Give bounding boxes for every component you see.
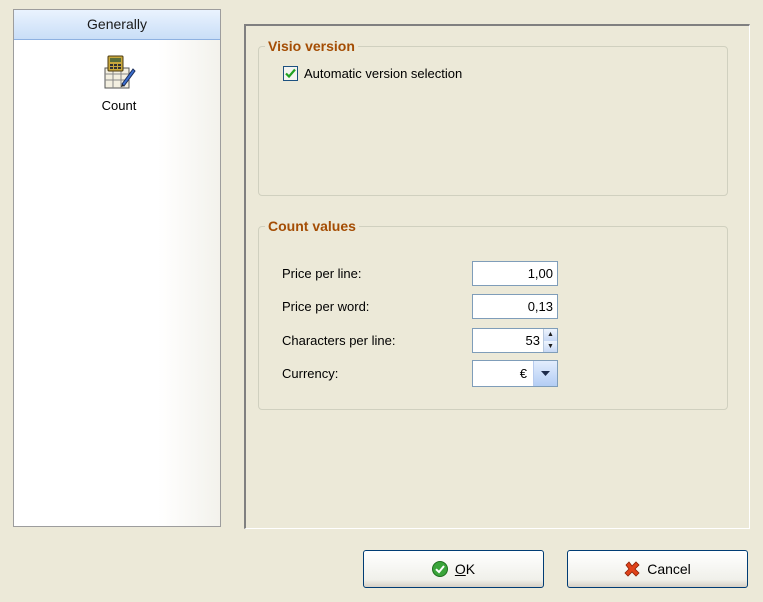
nav-item-count-label: Count [101,98,137,113]
cancel-button-label: Cancel [647,561,691,577]
nav-header-generally[interactable]: Generally [14,10,220,40]
currency-row: Currency: € [282,360,558,387]
visio-version-title: Visio version [268,38,355,54]
auto-version-checkbox[interactable] [283,66,298,81]
auto-version-label: Automatic version selection [304,66,463,81]
ok-check-icon [431,561,448,577]
price-per-word-row: Price per word: 0,13 [282,294,558,319]
cancel-button[interactable]: Cancel [567,550,748,588]
visio-version-group: Visio version Automatic version selectio… [258,38,728,196]
characters-per-line-row: Characters per line: 53 ▲ ▼ [282,328,558,353]
ok-button-label: OK [454,561,476,577]
currency-label: Currency: [282,366,339,381]
navigation-pane: Generally Count [13,9,221,527]
nav-item-count[interactable]: Count [74,54,164,113]
settings-panel: Visio version Automatic version selectio… [244,24,750,529]
currency-dropdown[interactable]: € [472,360,558,387]
price-per-line-label: Price per line: [282,266,362,281]
checkmark-icon [285,68,296,79]
characters-per-line-spinner[interactable]: 53 ▲ ▼ [472,328,558,353]
currency-value[interactable]: € [473,361,533,386]
cancel-x-icon [624,561,640,577]
ok-button[interactable]: OK [363,550,544,588]
spinner-down-icon[interactable]: ▼ [544,340,557,352]
calculator-pencil-icon [104,55,136,89]
count-values-group: Count values Price per line: 1,00 Price … [258,218,728,410]
price-per-line-row: Price per line: 1,00 [282,261,558,286]
chevron-down-icon[interactable] [533,361,557,386]
spinner-arrows[interactable]: ▲ ▼ [543,329,557,352]
characters-per-line-value[interactable]: 53 [473,329,543,352]
price-per-line-input[interactable]: 1,00 [472,261,558,286]
price-per-word-label: Price per word: [282,299,370,314]
characters-per-line-label: Characters per line: [282,333,396,348]
count-values-title: Count values [268,218,356,234]
price-per-word-input[interactable]: 0,13 [472,294,558,319]
spinner-up-icon[interactable]: ▲ [544,329,557,341]
auto-version-checkbox-row[interactable]: Automatic version selection [283,66,462,81]
